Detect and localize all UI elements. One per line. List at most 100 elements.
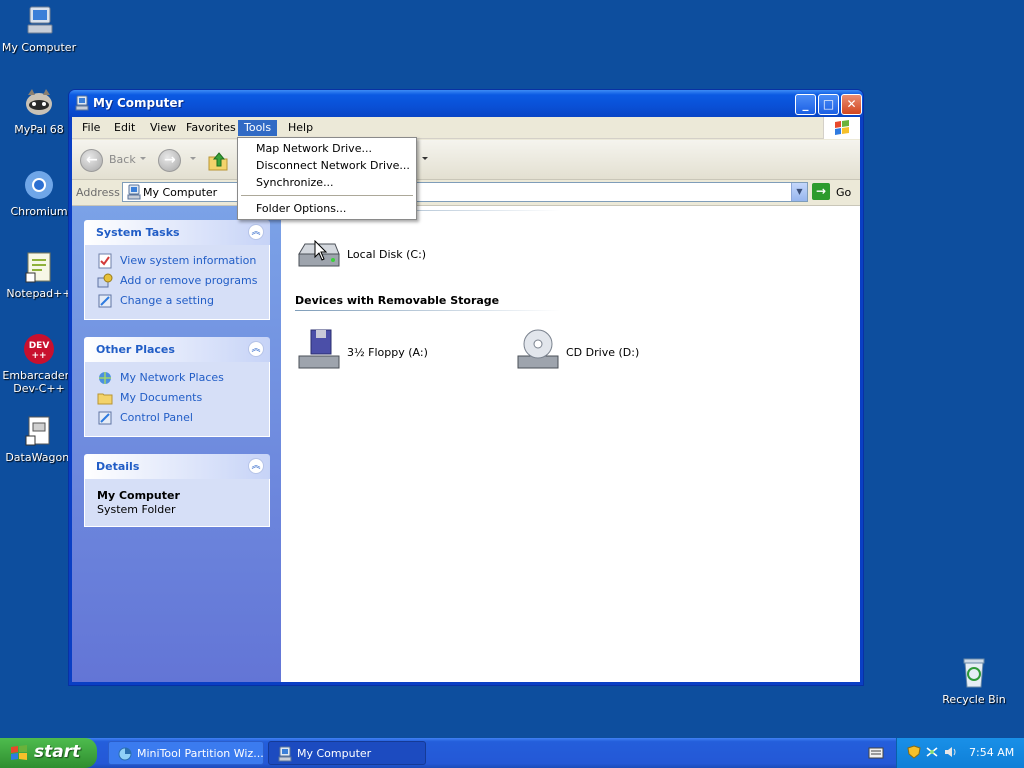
taskbar-button-my-computer[interactable]: My Computer <box>268 741 426 765</box>
security-shield-icon[interactable] <box>907 745 921 759</box>
network-icon[interactable] <box>925 745 939 759</box>
keyboard-icon[interactable] <box>868 746 884 760</box>
arrow-right-icon: → <box>164 152 176 168</box>
back-dropdown-icon[interactable] <box>140 157 146 160</box>
menuitem-synchronize[interactable]: Synchronize... <box>238 174 416 191</box>
details-type: System Folder <box>97 503 176 516</box>
chromium-icon <box>25 171 53 199</box>
link-label: Control Panel <box>120 411 193 424</box>
panel-header[interactable]: Details ︽ <box>84 454 270 479</box>
system-info-icon <box>98 253 112 269</box>
details-panel: Details ︽ My Computer System Folder <box>84 454 270 527</box>
link-view-system-info[interactable]: View system information <box>85 251 269 271</box>
desktop-icon-notepadpp[interactable]: Notepad++ <box>0 250 78 300</box>
menu-file[interactable]: File <box>76 120 106 136</box>
back-label: Back <box>109 153 136 166</box>
menuitem-disconnect-network-drive[interactable]: Disconnect Network Drive... <box>238 157 416 174</box>
minimize-button[interactable]: _ <box>795 94 816 115</box>
group-divider <box>295 310 561 311</box>
start-button[interactable]: start <box>0 738 97 768</box>
group-header-removable: Devices with Removable Storage <box>295 294 500 307</box>
network-places-icon <box>99 372 111 384</box>
menu-help[interactable]: Help <box>282 120 319 136</box>
clock: 7:54 AM <box>969 746 1015 759</box>
desktop-icon-label: Recycle Bin <box>942 693 1006 706</box>
mouse-cursor-icon <box>314 240 328 261</box>
menuitem-folder-options[interactable]: Folder Options... <box>238 200 416 217</box>
menuitem-label: Disconnect Network Drive... <box>256 159 410 172</box>
link-label: My Network Places <box>120 371 224 384</box>
taskbar-button-label: MiniTool Partition Wiz... <box>137 747 264 760</box>
my-computer-icon <box>27 6 53 34</box>
desktop-icon-devcpp[interactable]: DEV ++ Embarcadero Dev-C++ <box>0 332 78 395</box>
go-arrow-icon: → <box>812 183 830 200</box>
drive-label: 3½ Floppy (A:) <box>347 346 428 359</box>
menu-tools[interactable]: Tools <box>238 120 278 136</box>
my-computer-icon <box>75 95 89 111</box>
notepadpp-icon <box>25 252 51 283</box>
maximize-button[interactable]: □ <box>818 94 839 115</box>
taskbar: start MiniTool Partition Wiz... My Compu… <box>0 738 1024 768</box>
menu-edit[interactable]: Edit <box>108 120 141 136</box>
other-places-panel: Other Places ︽ My Network Places My Docu… <box>84 337 270 437</box>
add-remove-programs-icon <box>97 273 113 288</box>
views-dropdown-icon[interactable] <box>422 157 428 160</box>
address-label: Address <box>76 186 120 199</box>
menu-favorites[interactable]: Favorites <box>180 120 242 136</box>
up-folder-button[interactable] <box>206 149 230 173</box>
arrow-left-icon: ← <box>86 152 98 168</box>
drive-label: Local Disk (C:) <box>347 248 427 261</box>
desktop-icon-mypal[interactable]: MyPal 68 <box>0 86 78 136</box>
menuitem-map-network-drive[interactable]: Map Network Drive... <box>238 140 416 157</box>
go-label: Go <box>836 186 852 199</box>
svg-text:DEV: DEV <box>29 341 50 351</box>
menuitem-label: Synchronize... <box>256 176 334 189</box>
link-my-network-places[interactable]: My Network Places <box>85 368 269 388</box>
collapse-icon[interactable]: ︽ <box>248 341 264 357</box>
forward-button[interactable]: → <box>158 149 181 172</box>
desktop-icon-label: My Computer <box>1 41 77 54</box>
mypal-icon <box>26 89 52 115</box>
address-dropdown-button[interactable]: ▼ <box>791 183 807 201</box>
collapse-icon[interactable]: ︽ <box>248 458 264 474</box>
minitool-icon <box>118 747 132 761</box>
close-button[interactable]: ✕ <box>841 94 862 115</box>
windows-flag-icon <box>11 745 27 760</box>
address-input[interactable]: My Computer ▼ <box>122 182 808 202</box>
window-title: My Computer <box>93 96 184 110</box>
volume-icon[interactable] <box>943 745 957 759</box>
drive-cd-d[interactable]: CD Drive (D:) <box>514 326 674 376</box>
system-tray: 7:54 AM <box>896 738 1024 768</box>
link-control-panel[interactable]: Control Panel <box>85 408 269 428</box>
recycle-bin-icon <box>963 658 985 688</box>
link-change-setting[interactable]: Change a setting <box>85 291 269 311</box>
desktop-icon-datawagon[interactable]: DataWagon. <box>0 414 78 464</box>
desktop-icon-chromium[interactable]: Chromium <box>0 168 78 218</box>
desktop-icon-label: Embarcadero <box>2 369 76 382</box>
windows-logo <box>823 117 860 139</box>
forward-dropdown-icon[interactable] <box>190 157 196 160</box>
back-button[interactable]: ← <box>80 149 103 172</box>
devcpp-icon: DEV ++ <box>24 334 54 364</box>
system-tasks-panel: System Tasks ︽ View system information A… <box>84 220 270 320</box>
link-label: My Documents <box>120 391 203 404</box>
panel-header[interactable]: System Tasks ︽ <box>84 220 270 245</box>
link-add-remove-programs[interactable]: Add or remove programs <box>85 271 269 291</box>
panel-title: Other Places <box>96 343 175 356</box>
address-bar: Address My Computer ▼ → Go <box>72 181 860 204</box>
desktop-icon-recycle-bin[interactable]: Recycle Bin <box>935 656 1013 706</box>
go-button[interactable]: → Go <box>812 182 856 202</box>
desktop-icon-label: DataWagon. <box>5 451 73 464</box>
desktop-icon-my-computer[interactable]: My Computer <box>0 4 78 54</box>
link-label: View system information <box>120 254 257 267</box>
desktop-icon-label: Dev-C++ <box>13 382 65 395</box>
panel-header[interactable]: Other Places ︽ <box>84 337 270 362</box>
taskbar-button-minitool[interactable]: MiniTool Partition Wiz... <box>108 741 264 765</box>
collapse-icon[interactable]: ︽ <box>248 224 264 240</box>
explorer-content: System Tasks ︽ View system information A… <box>72 205 860 682</box>
link-my-documents[interactable]: My Documents <box>85 388 269 408</box>
menu-view[interactable]: View <box>144 120 182 136</box>
window-titlebar[interactable]: My Computer _ □ ✕ <box>69 90 863 117</box>
drive-floppy-a[interactable]: 3½ Floppy (A:) <box>295 326 455 376</box>
tools-menu-dropdown: Map Network Drive... Disconnect Network … <box>237 137 417 220</box>
